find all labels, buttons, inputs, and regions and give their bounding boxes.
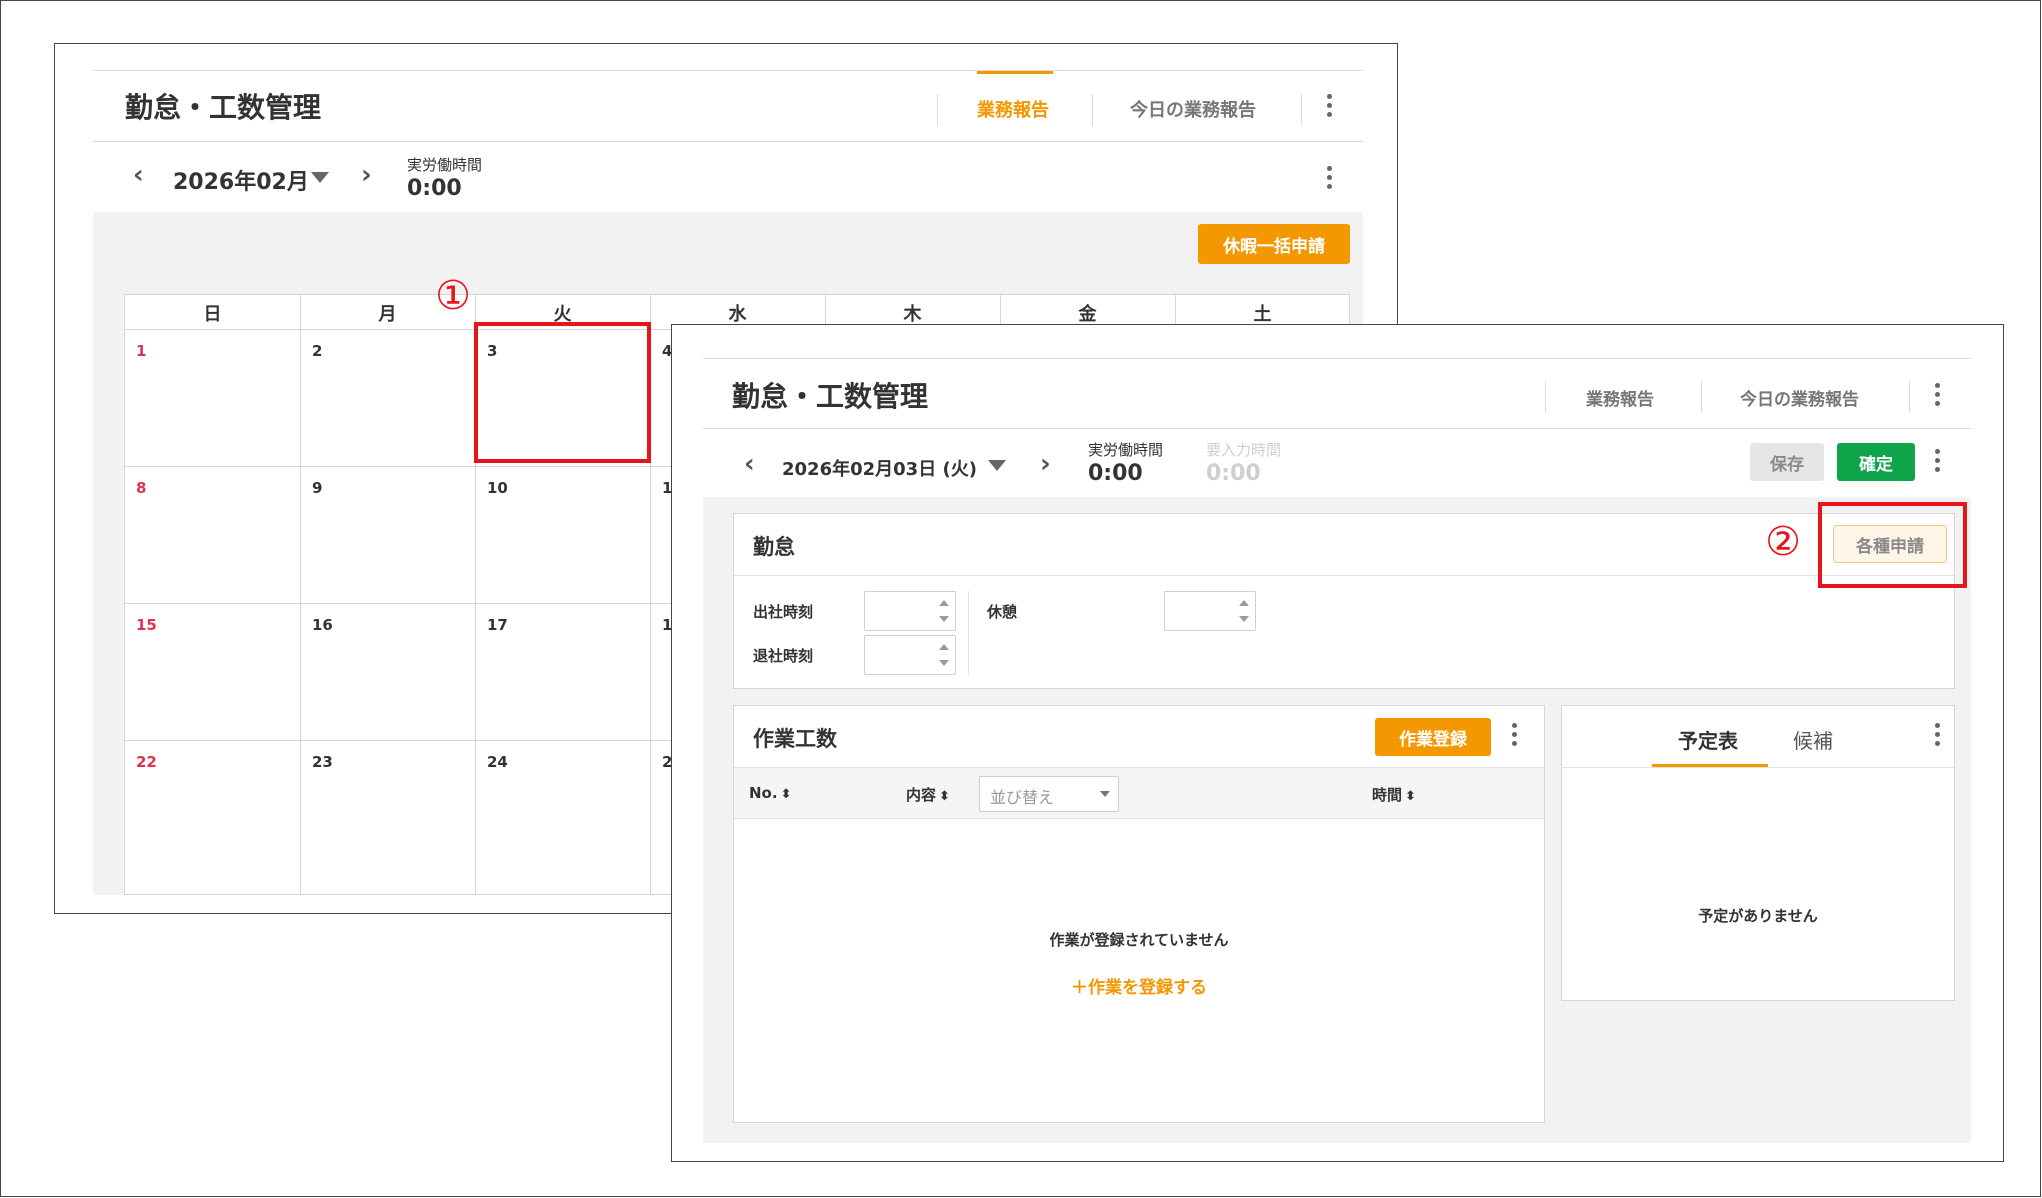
calendar-day[interactable]: 1	[136, 342, 146, 360]
tab-divider	[937, 94, 938, 126]
calendar-day[interactable]: 10	[487, 479, 508, 497]
tab-divider	[1701, 381, 1702, 413]
weekday-sat: 土	[1253, 304, 1272, 325]
schedule-panel	[1561, 705, 1955, 1001]
attendance-col-divider	[968, 591, 969, 675]
actual-hours-value: 0:00	[407, 176, 462, 201]
prev-day-icon[interactable]: ‹	[744, 449, 755, 479]
calendar-day[interactable]: 8	[136, 479, 146, 497]
bulk-leave-button[interactable]: 休暇一括申請	[1198, 224, 1350, 264]
sort-select[interactable]: 並び替え	[979, 776, 1119, 812]
app-title: 勤怠・工数管理	[125, 91, 322, 124]
calendar-day[interactable]: 9	[312, 479, 322, 497]
tab-divider	[1909, 381, 1910, 413]
more-menu-icon[interactable]	[1935, 723, 1941, 750]
more-menu-icon[interactable]	[1327, 166, 1333, 193]
weekday-fri: 金	[1078, 304, 1097, 325]
clock-out-label: 退社時刻	[753, 647, 814, 665]
tab-divider	[1301, 94, 1302, 126]
top-border	[703, 358, 1971, 359]
active-tab-indicator	[977, 71, 1053, 74]
calendar-day[interactable]: 15	[136, 616, 157, 634]
header-divider	[703, 428, 1971, 429]
next-month-icon[interactable]: ›	[361, 160, 372, 190]
weekday-thu: 木	[903, 304, 922, 325]
tab-report[interactable]: 業務報告	[977, 96, 1049, 122]
app-title: 勤怠・工数管理	[732, 380, 929, 413]
prev-month-icon[interactable]: ‹	[133, 160, 144, 190]
sort-icon: ⬍	[939, 789, 950, 804]
confirm-button[interactable]: 確定	[1837, 443, 1915, 481]
col-content[interactable]: 内容 ⬍	[906, 784, 950, 805]
clock-out-input[interactable]	[864, 635, 956, 675]
current-date: 2026年02月03日 (火)	[782, 459, 977, 480]
work-title: 作業工数	[753, 727, 837, 751]
calendar-day[interactable]: 24	[487, 753, 508, 771]
top-border	[93, 70, 1363, 71]
calendar-day[interactable]: 16	[312, 616, 333, 634]
attendance-divider	[734, 575, 1954, 576]
chevron-down-icon	[1100, 791, 1110, 797]
highlight-day-3	[474, 322, 651, 463]
step-2-marker: ②	[1765, 519, 1801, 565]
calendar-row-divider	[125, 603, 725, 604]
sort-icon: ⬍	[780, 787, 792, 802]
schedule-empty-message: 予定がありません	[1698, 907, 1818, 925]
calendar-day[interactable]: 22	[136, 753, 157, 771]
weekday-wed: 水	[728, 304, 747, 325]
step-1-marker: ①	[435, 273, 471, 319]
actual-hours-value: 0:00	[1088, 461, 1143, 486]
more-menu-icon[interactable]	[1935, 449, 1941, 476]
register-work-button[interactable]: 作業登録	[1375, 718, 1491, 756]
tab-report[interactable]: 業務報告	[1586, 385, 1654, 410]
col-content-label: 内容	[906, 786, 937, 804]
clock-in-label: 出社時刻	[753, 603, 814, 621]
more-menu-icon[interactable]	[1512, 723, 1518, 750]
day-detail-screenshot: 勤怠・工数管理 業務報告 今日の業務報告 ‹ 2026年02月03日 (火) ›…	[671, 324, 2004, 1162]
break-input[interactable]	[1164, 591, 1256, 631]
date-dropdown-icon[interactable]	[988, 460, 1006, 471]
required-input-label: 要入力時間	[1206, 441, 1282, 459]
save-button[interactable]: 保存	[1750, 443, 1824, 481]
more-menu-icon[interactable]	[1327, 94, 1333, 121]
calendar-row-divider	[125, 466, 725, 467]
sort-placeholder: 並び替え	[990, 788, 1055, 807]
next-day-icon[interactable]: ›	[1040, 449, 1051, 479]
tab-today-report[interactable]: 今日の業務報告	[1740, 385, 1859, 410]
calendar-row-divider	[125, 740, 725, 741]
tab-divider	[1092, 94, 1093, 126]
weekday-sun: 日	[203, 304, 222, 325]
col-time[interactable]: 時間 ⬍	[1372, 784, 1416, 805]
calendar-col-divider	[300, 295, 301, 895]
header-divider	[93, 141, 1363, 142]
schedule-divider	[1562, 767, 1954, 768]
more-menu-icon[interactable]	[1935, 383, 1941, 410]
work-table-header	[734, 767, 1544, 819]
attendance-title: 勤怠	[753, 535, 795, 559]
calendar-day[interactable]: 17	[487, 616, 508, 634]
tab-divider	[1545, 381, 1546, 413]
calendar-day[interactable]: 23	[312, 753, 333, 771]
break-label: 休憩	[987, 603, 1018, 621]
clock-in-input[interactable]	[864, 591, 956, 631]
col-time-label: 時間	[1372, 786, 1403, 804]
actual-hours-label: 実労働時間	[1088, 441, 1164, 459]
col-no[interactable]: No. ⬍	[749, 784, 791, 802]
tab-candidates[interactable]: 候補	[1793, 725, 1833, 754]
highlight-requests-button	[1818, 502, 1967, 588]
col-no-label: No.	[749, 784, 778, 802]
calendar-day[interactable]: 2	[312, 342, 322, 360]
work-empty-message: 作業が登録されていません	[1049, 931, 1229, 949]
tab-schedule[interactable]: 予定表	[1678, 725, 1738, 754]
required-input-value: 0:00	[1206, 461, 1261, 486]
current-month: 2026年02月	[173, 170, 309, 195]
tab-today-report[interactable]: 今日の業務報告	[1130, 96, 1256, 122]
actual-hours-label: 実労働時間	[407, 156, 483, 174]
register-work-link[interactable]: ＋作業を登録する	[734, 973, 1544, 998]
month-dropdown-icon[interactable]	[311, 172, 329, 183]
sort-icon: ⬍	[1405, 789, 1416, 804]
